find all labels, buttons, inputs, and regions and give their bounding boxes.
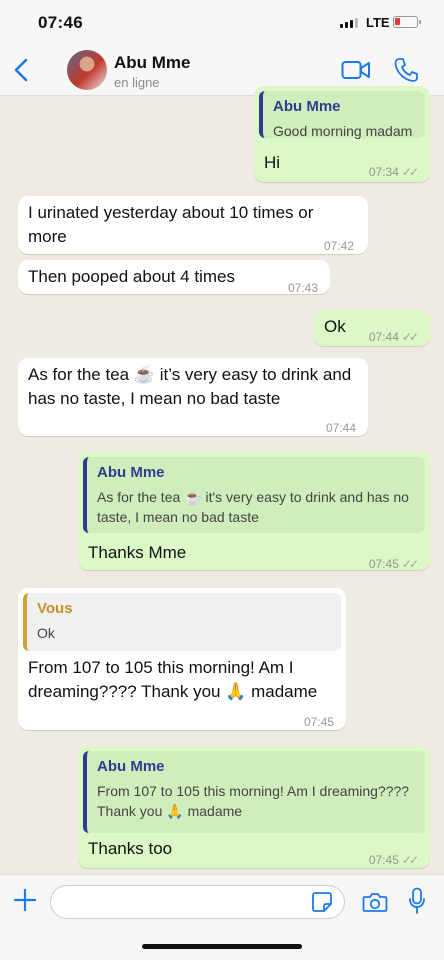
status-bar: 07:46 LTE	[0, 0, 444, 44]
message-meta: 07:45	[304, 710, 334, 734]
network-label: LTE	[366, 15, 390, 30]
message-text: From 107 to 105 this morning! Am I dream…	[28, 658, 318, 701]
chevron-left-icon[interactable]	[10, 56, 34, 84]
message-time: 07:42	[323, 239, 354, 253]
message-bubble-outgoing[interactable]: Abu Mme As for the tea ☕ it's very easy …	[78, 452, 430, 571]
message-bubble-outgoing[interactable]: Abu Mme Good morning madam Hi 07:34 ✓✓	[254, 86, 430, 182]
message-text: Thanks too	[88, 839, 173, 858]
avatar[interactable]	[67, 50, 107, 90]
battery-icon	[393, 16, 421, 28]
message-bubble-incoming[interactable]: I urinated yesterday about 10 times or m…	[18, 196, 368, 254]
message-meta: 07:45 ✓✓	[368, 552, 419, 576]
quote-text: From 107 to 105 this morning! Am I dream…	[97, 783, 410, 819]
message-text: Then pooped about 4 times	[28, 267, 235, 286]
quote-author: Abu Mme	[97, 758, 165, 775]
signal-icon	[340, 18, 358, 28]
read-receipt-icon: ✓✓	[401, 330, 419, 344]
message-meta: 07:42	[324, 234, 354, 258]
read-receipt-icon: ✓✓	[401, 165, 419, 179]
quoted-message[interactable]: Abu Mme From 107 to 105 this morning! Am…	[83, 751, 425, 833]
quoted-message[interactable]: Abu Mme As for the tea ☕ it's very easy …	[83, 457, 425, 533]
video-camera-icon[interactable]	[341, 59, 371, 81]
message-time: 07:44	[325, 421, 356, 435]
quote-text: As for the tea ☕ it's very easy to drink…	[97, 489, 409, 525]
quote-text: Ok	[37, 625, 55, 641]
message-time: 07:45	[368, 557, 399, 571]
message-meta: 07:44 ✓✓	[368, 325, 419, 349]
quote-author: Abu Mme	[273, 98, 341, 115]
message-bubble-incoming[interactable]: Vous Ok From 107 to 105 this morning! Am…	[18, 588, 346, 730]
quote-text: Good morning madam	[273, 123, 413, 139]
sticker-icon[interactable]	[311, 891, 333, 913]
read-receipt-icon: ✓✓	[401, 853, 419, 867]
quote-author: Vous	[37, 600, 73, 617]
message-input[interactable]	[50, 885, 345, 919]
message-time: 07:45	[303, 715, 334, 729]
message-text: Hi	[264, 153, 281, 172]
message-bubble-outgoing[interactable]: Abu Mme From 107 to 105 this morning! Am…	[78, 746, 430, 868]
message-time: 07:44	[368, 330, 399, 344]
camera-icon[interactable]	[362, 890, 388, 914]
message-bubble-outgoing[interactable]: Ok 07:44 ✓✓	[314, 310, 430, 346]
message-meta: 07:43	[288, 276, 318, 300]
read-receipt-icon: ✓✓	[401, 557, 419, 571]
quote-author: Abu Mme	[97, 464, 165, 481]
plus-icon[interactable]	[12, 887, 38, 913]
contact-name[interactable]: Abu Mme	[114, 53, 191, 73]
message-meta: 07:34 ✓✓	[368, 160, 419, 184]
microphone-icon[interactable]	[408, 887, 426, 915]
quoted-message[interactable]: Vous Ok	[23, 593, 341, 651]
message-text: Ok	[324, 317, 346, 336]
quoted-message[interactable]: Abu Mme Good morning madam	[259, 91, 425, 139]
message-bubble-incoming[interactable]: As for the tea ☕ it’s very easy to drink…	[18, 358, 368, 436]
message-meta: 07:44	[326, 416, 356, 440]
message-time: 07:45	[368, 853, 399, 867]
message-bubble-incoming[interactable]: Then pooped about 4 times 07:43	[18, 260, 330, 295]
message-time: 07:34	[368, 165, 399, 179]
home-indicator[interactable]	[142, 944, 302, 949]
status-time: 07:46	[38, 13, 83, 32]
message-text: Thanks Mme	[88, 543, 187, 562]
contact-status: en ligne	[114, 75, 160, 90]
message-time: 07:43	[287, 281, 318, 295]
phone-icon[interactable]	[394, 57, 418, 83]
message-text: I urinated yesterday about 10 times or m…	[28, 203, 314, 246]
message-text: As for the tea ☕ it’s very easy to drink…	[28, 365, 352, 408]
message-meta: 07:45 ✓✓	[368, 848, 419, 872]
